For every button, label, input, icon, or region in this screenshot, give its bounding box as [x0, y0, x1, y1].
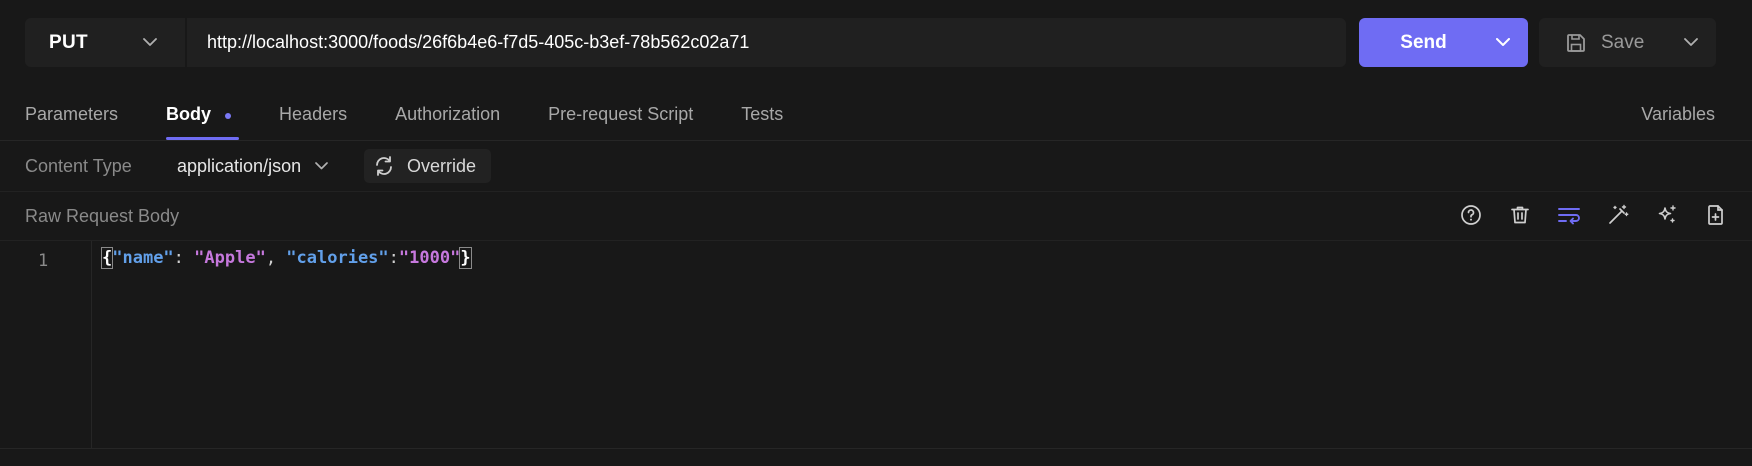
send-button[interactable]: Send: [1359, 18, 1528, 67]
tab-label: Tests: [741, 104, 784, 124]
chevron-down-icon: [143, 38, 157, 47]
save-label: Save: [1601, 31, 1645, 53]
request-editor: PUT http://localhost:3000/foods/26f6b4e6…: [0, 0, 1752, 466]
help-icon[interactable]: [1458, 202, 1483, 227]
divider: [0, 191, 1752, 192]
line-number: 1: [38, 251, 49, 271]
override-label: Override: [407, 155, 477, 176]
send-label: Send: [1400, 31, 1447, 53]
url-input[interactable]: http://localhost:3000/foods/26f6b4e6-f7d…: [187, 18, 1346, 67]
method-select[interactable]: PUT: [25, 18, 185, 67]
modified-dot-icon: [225, 113, 232, 119]
json-editor[interactable]: {"name": "Apple", "calories":"1000"}: [100, 247, 472, 269]
line-gutter: 1: [0, 241, 92, 448]
divider: [0, 240, 1752, 241]
tab-headers[interactable]: Headers: [279, 104, 347, 140]
json-key: "calories": [286, 248, 389, 268]
refresh-icon: [373, 155, 395, 177]
send-options-chevron-icon[interactable]: [1478, 18, 1528, 67]
divider: [0, 140, 1752, 141]
content-type-select[interactable]: application/json: [177, 151, 328, 181]
divider: [0, 448, 1752, 449]
url-text: http://localhost:3000/foods/26f6b4e6-f7d…: [207, 32, 750, 52]
method-label: PUT: [49, 31, 88, 53]
tab-label: Headers: [279, 104, 348, 124]
tab-pre-request-script[interactable]: Pre-request Script: [548, 104, 693, 140]
tab-variables[interactable]: Variables: [1641, 104, 1715, 125]
open-brace: {: [100, 247, 114, 269]
content-type-value: application/json: [177, 155, 302, 176]
json-comma: ,: [265, 248, 287, 268]
add-file-icon[interactable]: [1703, 202, 1728, 227]
tab-tests[interactable]: Tests: [741, 104, 783, 140]
json-string: "Apple": [194, 248, 266, 268]
request-tabs: Parameters Body Headers Authorization Pr…: [25, 104, 831, 140]
content-type-label: Content Type: [25, 156, 132, 176]
close-brace: }: [459, 247, 472, 269]
json-string: "1000": [398, 248, 461, 268]
tab-label: Body: [166, 104, 212, 124]
json-colon: :: [173, 248, 195, 268]
tab-label: Authorization: [395, 104, 501, 124]
tab-body[interactable]: Body: [166, 104, 240, 140]
tab-label: Pre-request Script: [548, 104, 694, 124]
wrap-lines-icon[interactable]: [1556, 202, 1581, 227]
json-colon: :: [388, 248, 399, 268]
body-toolbar: [1458, 202, 1728, 227]
json-key: "name": [112, 248, 174, 268]
tab-label: Parameters: [25, 104, 119, 124]
save-icon: [1565, 32, 1587, 54]
tab-parameters[interactable]: Parameters: [25, 104, 118, 140]
trash-icon[interactable]: [1507, 202, 1532, 227]
magic-wand-icon[interactable]: [1605, 202, 1630, 227]
sparkles-icon[interactable]: [1654, 202, 1679, 227]
save-button[interactable]: Save: [1539, 18, 1716, 67]
chevron-down-icon: [315, 162, 328, 170]
override-button[interactable]: Override: [364, 149, 491, 183]
save-options-chevron-icon[interactable]: [1684, 38, 1698, 47]
tab-authorization[interactable]: Authorization: [395, 104, 500, 140]
raw-request-body-label: Raw Request Body: [25, 206, 180, 226]
